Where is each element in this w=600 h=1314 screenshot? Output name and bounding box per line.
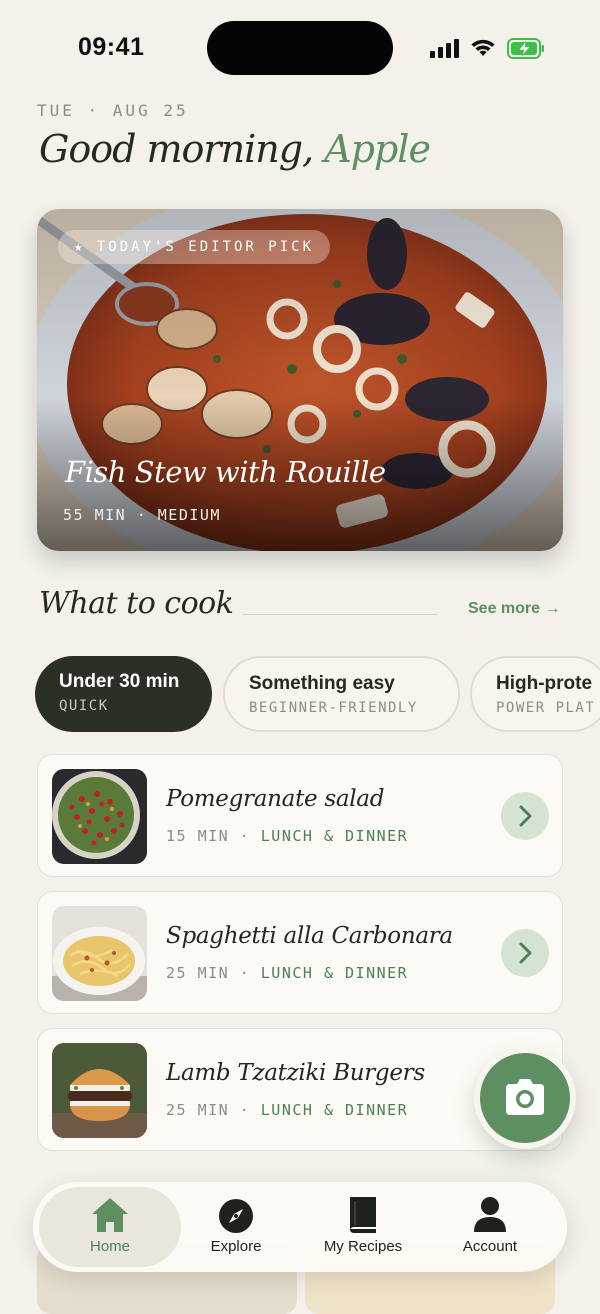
carbonara-image [52, 906, 147, 1001]
filter-chip-something-easy[interactable]: Something easy BEGINNER-FRIENDLY [223, 656, 460, 732]
meta-separator: · [239, 827, 251, 845]
greeting-text: Good morning, [39, 127, 314, 171]
person-icon [474, 1197, 506, 1232]
tab-my-recipes[interactable]: My Recipes [300, 1182, 426, 1272]
chip-subtitle: BEGINNER-FRIENDLY [249, 700, 418, 716]
dynamic-island [207, 21, 393, 75]
chip-title: Something easy [249, 673, 395, 694]
status-time: 09:41 [78, 33, 145, 61]
section-divider [242, 614, 438, 615]
tab-label: Account [462, 1238, 518, 1255]
meta-separator: · [239, 1101, 251, 1119]
recipe-meta: 25 MIN · LUNCH & DINNER [166, 964, 408, 982]
camera-button[interactable] [480, 1053, 570, 1143]
wifi-icon [471, 39, 495, 56]
recipe-title: Pomegranate salad [166, 786, 385, 812]
recipe-category: LUNCH & DINNER [260, 1101, 409, 1119]
meta-separator: · [239, 964, 251, 982]
recipe-time: 15 MIN [166, 827, 230, 845]
user-name: Apple [324, 127, 431, 171]
compass-icon [219, 1199, 253, 1233]
recipe-card[interactable]: Spaghetti alla Carbonara 25 MIN · LUNCH … [37, 891, 563, 1014]
tab-label: My Recipes [323, 1238, 403, 1255]
tab-account[interactable]: Account [427, 1182, 553, 1272]
filter-chip-high-protein[interactable]: High-prote POWER PLAT [470, 656, 600, 732]
tab-bar: Home Explore My Recipes Account [33, 1182, 567, 1272]
tab-label: Home [89, 1238, 130, 1255]
recipe-title: Spaghetti alla Carbonara [166, 923, 453, 949]
tab-explore[interactable]: Explore [173, 1182, 299, 1272]
chip-subtitle: POWER PLAT [496, 700, 596, 716]
recipe-time: 25 MIN [166, 964, 230, 982]
hero-recipe-title: Fish Stew with Rouille [65, 455, 386, 489]
recipe-category: LUNCH & DINNER [260, 964, 409, 982]
tab-home[interactable]: Home [47, 1182, 173, 1272]
book-icon [350, 1197, 376, 1233]
home-icon [92, 1198, 128, 1232]
pomegranate-salad-image [52, 769, 147, 864]
recipe-category: LUNCH & DINNER [260, 827, 409, 845]
filter-chip-under-30-min[interactable]: Under 30 min QUICK [35, 656, 212, 732]
chevron-right-icon[interactable] [501, 792, 549, 840]
see-more-link[interactable]: See more → [468, 600, 560, 618]
recipe-meta: 25 MIN · LUNCH & DINNER [166, 1101, 408, 1119]
recipe-title: Lamb Tzatziki Burgers [166, 1060, 425, 1086]
section-title: What to cook [39, 586, 234, 621]
editor-pick-badge: ★ TODAY'S EDITOR PICK [58, 230, 331, 264]
lamb-burger-image [52, 1043, 147, 1138]
hero-recipe-meta: 55 MIN · MEDIUM [63, 506, 221, 524]
recipe-card[interactable]: Pomegranate salad 15 MIN · LUNCH & DINNE… [37, 754, 563, 877]
greeting-heading: Good morning, Apple [39, 127, 431, 171]
camera-icon [506, 1079, 544, 1115]
chip-title: Under 30 min [59, 671, 180, 692]
recipe-meta: 15 MIN · LUNCH & DINNER [166, 827, 408, 845]
chip-title: High-prote [496, 673, 593, 694]
cellular-signal-icon [430, 38, 460, 58]
chevron-right-icon[interactable] [501, 929, 549, 977]
chip-subtitle: QUICK [59, 698, 109, 714]
tab-label: Explore [210, 1238, 262, 1255]
date-label: TUE · AUG 25 [37, 101, 189, 120]
recipe-time: 25 MIN [166, 1101, 230, 1119]
battery-charging-icon [507, 38, 544, 59]
